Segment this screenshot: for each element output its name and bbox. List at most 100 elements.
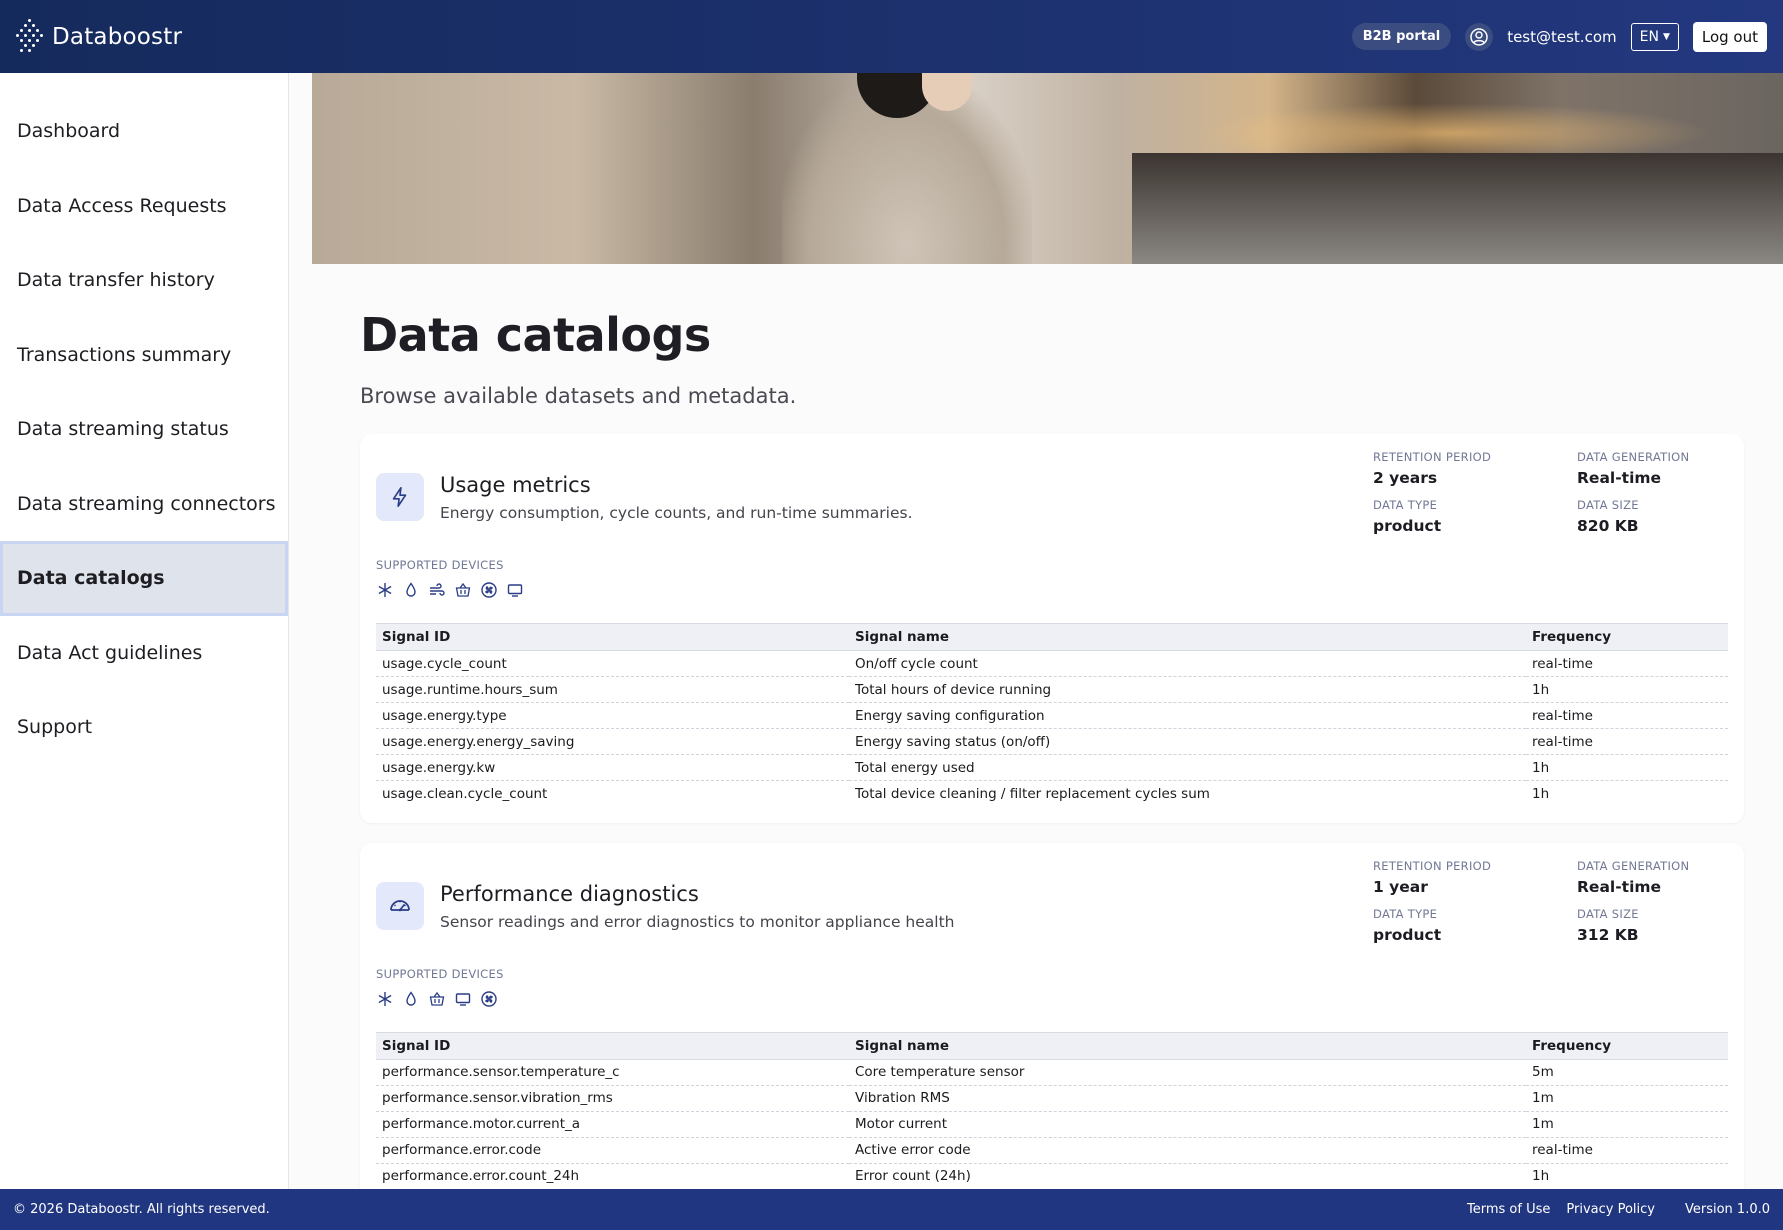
basket-icon [428,990,446,1008]
page-title: Data catalogs [360,308,711,362]
sidebar-item-data-act-guidelines[interactable]: Data Act guidelines [0,616,288,691]
signal-name-cell: Total hours of device running [849,676,1526,703]
page-footer: © 2026 Databoostr. All rights reserved. … [0,1189,1783,1230]
sidebar-item-transactions-summary[interactable]: Transactions summary [0,318,288,393]
signal-id-cell: performance.error.count_24h [382,1168,580,1185]
terms-of-use-link[interactable]: Terms of Use [1467,1202,1550,1217]
table-row: performance.sensor.temperature_c Core tem… [376,1059,1728,1086]
table-row: performance.error.code Active error code r… [376,1137,1728,1164]
data-generation-value: Real-time [1577,877,1662,896]
table-row: usage.energy.type Energy saving configura… [376,702,1728,729]
sidebar-item-data-catalogs[interactable]: Data catalogs [0,541,288,616]
top-navigation-bar: Databoostr B2B portal test@test.com EN ▼… [0,0,1783,73]
language-select[interactable]: EN ▼ [1630,22,1679,51]
data-size-label: DATA SIZE [1577,906,1639,921]
supported-devices-label: SUPPORTED DEVICES [376,558,504,572]
basket-icon [454,581,472,599]
signal-name-cell: Core temperature sensor [849,1059,1526,1086]
brand-name: Databoostr [52,23,183,50]
retention-period-label: RETENTION PERIOD [1373,858,1492,873]
retention-period-value: 1 year [1373,877,1428,896]
data-generation-value: Real-time [1577,469,1662,487]
catalog-card-usage-metrics: Usage metrics Energy consumption, cycle … [360,434,1744,823]
data-size-value: 312 KB [1577,925,1639,944]
sidebar-item-data-streaming-status[interactable]: Data streaming status [0,392,288,467]
signal-id-cell: usage.clean.cycle_count [382,785,548,802]
water-drop-icon [402,990,420,1008]
column-header-frequency[interactable]: Frequency [1526,1031,1728,1060]
water-drop-icon [402,581,420,599]
sidebar-item-dashboard[interactable]: Dashboard [0,94,288,169]
table-row: usage.clean.cycle_count Total device clea… [376,781,1728,807]
catalog-metadata: RETENTION PERIOD 1 year DATA GENERATION … [1373,859,1757,944]
gauge-icon [376,881,424,930]
column-header-signal-id[interactable]: Signal ID [376,623,849,651]
frequency-cell: real-time [1526,650,1728,677]
page-subtitle: Browse available datasets and metadata. [360,384,797,408]
sidebar-item-data-access-requests[interactable]: Data Access Requests [0,169,288,244]
sidebar-item-data-transfer-history[interactable]: Data transfer history [0,243,288,318]
table-row: performance.sensor.vibration_rms Vibratio… [376,1085,1728,1112]
lightning-icon [376,473,424,521]
retention-period-label: RETENTION PERIOD [1373,450,1492,464]
signal-id-cell: performance.sensor.vibration_rms [376,1085,849,1112]
column-header-signal-name[interactable]: Signal name [849,623,1526,651]
sidebar-item-data-streaming-connectors[interactable]: Data streaming connectors [0,467,288,542]
signal-id-cell: usage.cycle_count [376,650,849,677]
language-value: EN [1639,28,1659,45]
signal-name-cell: Error count (24h) [855,1168,971,1185]
supported-devices-list [376,581,1728,599]
data-type-label: DATA TYPE [1373,498,1438,512]
signal-name-cell: Total energy used [849,754,1526,781]
column-header-signal-id[interactable]: Signal ID [376,1031,849,1060]
table-row: usage.cycle_count On/off cycle count real-… [376,650,1728,677]
signal-id-cell: performance.motor.current_a [376,1111,849,1138]
frequency-cell: real-time [1526,1137,1728,1164]
table-row: usage.energy.kw Total energy used 1h [376,754,1728,781]
logo-dots-icon [16,17,44,57]
frequency-cell: 1m [1526,1085,1728,1112]
catalog-description: Sensor readings and error diagnostics to… [440,912,955,931]
signal-name-cell: Total device cleaning / filter replaceme… [855,785,1210,802]
signal-id-cell: usage.energy.kw [376,754,849,781]
frequency-cell: real-time [1526,728,1728,755]
b2b-portal-badge[interactable]: B2B portal [1351,23,1452,50]
snowflake-icon [376,990,394,1008]
signal-name-cell: Active error code [849,1137,1526,1164]
data-size-label: DATA SIZE [1577,498,1639,512]
signal-id-cell: performance.sensor.temperature_c [376,1059,849,1086]
column-header-frequency[interactable]: Frequency [1526,623,1728,651]
monitor-icon [454,990,472,1008]
catalog-metadata: RETENTION PERIOD 2 years DATA GENERATION… [1373,450,1757,535]
sidebar-item-support[interactable]: Support [0,690,288,765]
data-type-value: product [1373,517,1442,535]
privacy-policy-link[interactable]: Privacy Policy [1566,1202,1655,1217]
user-avatar-icon[interactable] [1465,22,1494,51]
frequency-cell: 1h [1526,676,1728,703]
frequency-cell: 1h [1532,785,1550,802]
catalog-card-performance-diagnostics: Performance diagnostics Sensor readings … [360,842,1744,1190]
data-generation-label: DATA GENERATION [1577,450,1690,464]
brand-logo[interactable]: Databoostr [16,17,182,57]
signals-table: Signal ID Signal name Frequency performa… [376,1031,1728,1190]
frequency-cell: real-time [1526,702,1728,729]
column-header-signal-name[interactable]: Signal name [849,1031,1526,1060]
signal-name-cell: On/off cycle count [849,650,1526,677]
signal-id-cell: usage.energy.type [376,702,849,729]
sidebar-nav: Dashboard Data Access Requests Data tran… [0,73,289,1190]
signal-name-cell: Energy saving configuration [849,702,1526,729]
data-generation-label: DATA GENERATION [1577,858,1690,873]
signal-name-cell: Vibration RMS [849,1085,1526,1112]
table-row: performance.error.count_24h Error count (… [376,1163,1728,1189]
logout-button[interactable]: Log out [1692,21,1767,52]
main-content: Data catalogs Browse available datasets … [312,73,1783,1190]
hero-banner-image [312,73,1783,264]
app-version: Version 1.0.0 [1684,1202,1770,1217]
table-row: usage.runtime.hours_sum Total hours of de… [376,676,1728,703]
data-type-label: DATA TYPE [1373,906,1438,921]
wind-icon [428,581,446,599]
signal-id-cell: performance.error.code [376,1137,849,1164]
frequency-cell: 1h [1532,1168,1550,1185]
user-email[interactable]: test@test.com [1507,28,1616,46]
signal-id-cell: usage.energy.energy_saving [376,728,849,755]
